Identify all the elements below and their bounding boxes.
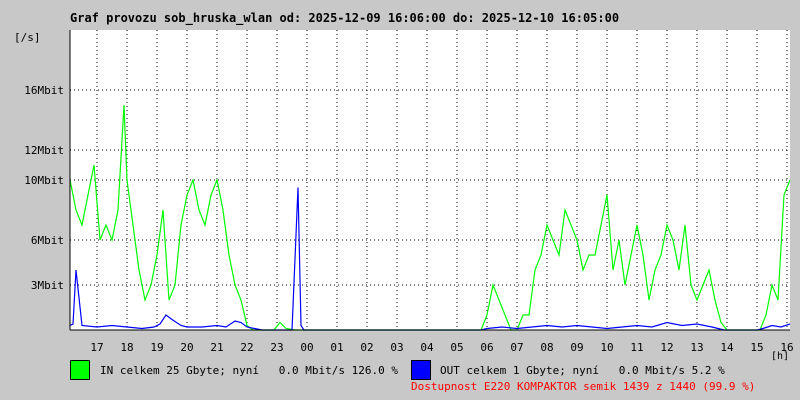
x-tick-label: 12 — [660, 341, 673, 354]
x-tick-label: 02 — [360, 341, 373, 354]
availability-status: Dostupnost E220 KOMPAKTOR semik 1439 z 1… — [411, 380, 756, 393]
x-tick-label: 14 — [720, 341, 734, 354]
legend-in-label: IN celkem 25 Gbyte; nyní 0.0 Mbit/s 126.… — [100, 364, 399, 377]
traffic-chart: 17 18 19 20 21 22 23 00 01 02 03 04 05 06 07 08 09 10 11 12… — [24, 30, 794, 354]
x-tick-label: 06 — [480, 341, 493, 354]
x-tick-label: 08 — [540, 341, 553, 354]
y-tick-label: 6Mbit — [31, 234, 64, 247]
x-tick-label: 05 — [450, 341, 463, 354]
y-tick-label: 16Mbit — [24, 84, 64, 97]
x-tick-label: 20 — [180, 341, 193, 354]
x-tick-label: 16 — [780, 341, 793, 354]
x-tick-label: 18 — [120, 341, 133, 354]
legend-in-swatch — [70, 360, 90, 380]
x-tick-label: 21 — [210, 341, 223, 354]
x-tick-label: 19 — [150, 341, 163, 354]
legend-out-swatch — [411, 360, 431, 380]
x-tick-label: 01 — [330, 341, 343, 354]
x-tick-label: 13 — [690, 341, 703, 354]
x-tick-label: 00 — [300, 341, 313, 354]
x-tick-label: 03 — [390, 341, 403, 354]
x-tick-label: 22 — [240, 341, 253, 354]
legend-out-label: OUT celkem 1 Gbyte; nyní 0.0 Mbit/s 5.2 … — [440, 364, 725, 377]
y-tick-label: 12Mbit — [24, 144, 64, 157]
x-tick-label: 17 — [90, 341, 103, 354]
x-tick-label: 15 — [750, 341, 763, 354]
y-tick-label: 10Mbit — [24, 174, 64, 187]
x-tick-label: 10 — [600, 341, 613, 354]
x-tick-label: 11 — [630, 341, 643, 354]
x-tick-label: 07 — [510, 341, 523, 354]
y-tick-label: 3Mbit — [31, 279, 64, 292]
x-tick-label: 04 — [420, 341, 434, 354]
x-tick-label: 09 — [570, 341, 583, 354]
x-tick-label: 23 — [270, 341, 283, 354]
